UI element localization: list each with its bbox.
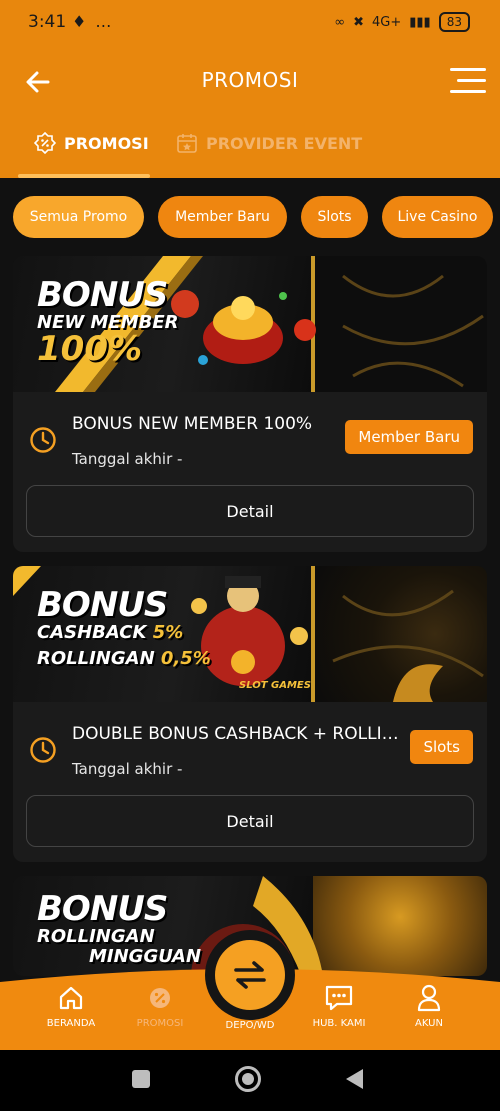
app-header: PROMOSI <box>0 46 500 116</box>
nav-hub-kami-label: HUB. KAMI <box>312 1018 366 1029</box>
chip-slots[interactable]: Slots <box>301 196 368 238</box>
promo-banner[interactable]: BONUS NEW MEMBER 100% <box>13 256 487 392</box>
nav-beranda[interactable]: BERANDA <box>26 984 116 1029</box>
chip-live-casino[interactable]: Live Casino <box>382 196 493 238</box>
promo-card: BONUS NEW MEMBER 100% BONUS NEW MEMBER 1… <box>13 256 487 552</box>
system-navigation-bar <box>0 1050 500 1111</box>
tab-provider-event-label: PROVIDER EVENT <box>206 133 363 153</box>
clock-icon <box>30 737 56 763</box>
tab-promosi-label: PROMOSI <box>64 133 149 153</box>
nav-promosi-label: PROMOSI <box>136 1018 184 1029</box>
banner-brand: SLOT GAMES <box>239 680 311 691</box>
link-icon: ∞ <box>334 14 346 30</box>
promo-card: BONUS CASHBACK 5% ROLLINGAN 0,5% SLOT GA… <box>13 566 487 862</box>
promo-title: DOUBLE BONUS CASHBACK + ROLLINGAN <box>72 724 408 744</box>
nav-promosi[interactable]: PROMOSI <box>115 984 205 1029</box>
filter-chips: Semua Promo Member Baru Slots Live Casin… <box>0 192 500 244</box>
percent-icon <box>150 988 170 1008</box>
promo-banner[interactable]: BONUS CASHBACK 5% ROLLINGAN 0,5% SLOT GA… <box>13 566 487 702</box>
recent-apps-icon[interactable] <box>132 1070 150 1088</box>
tab-promosi[interactable]: PROMOSI <box>34 132 149 154</box>
chat-icon <box>325 985 353 1011</box>
battery-icon: 83 <box>438 12 470 32</box>
detail-button[interactable]: Detail <box>26 485 474 537</box>
top-bar: 3:41 ♦ … ∞ ✖ 4G+ ▮▮▮ 83 PROMOSI PROMOSI <box>0 0 500 178</box>
nav-beranda-label: BERANDA <box>46 1018 96 1029</box>
signal-icon: ▮▮▮ <box>409 14 431 30</box>
percent-badge-icon <box>34 132 56 154</box>
network-label: 4G+ <box>372 14 402 30</box>
status-right: ∞ ✖ 4G+ ▮▮▮ 83 <box>334 12 470 32</box>
home-button-icon[interactable] <box>235 1066 261 1092</box>
notification-icons: ♦ … <box>72 12 114 31</box>
banner-headline: BONUS ROLLINGAN MINGGUAN <box>37 889 202 967</box>
home-icon <box>59 986 83 1010</box>
banner-headline: BONUS NEW MEMBER 100% <box>37 275 179 369</box>
nav-akun[interactable]: AKUN <box>384 984 474 1029</box>
status-time: 3:41 <box>28 12 67 32</box>
nav-depo-wd-label: DEPO/WD <box>225 1020 275 1031</box>
nav-hub-kami[interactable]: HUB. KAMI <box>294 984 384 1029</box>
mute-icon: ✖ <box>353 14 364 30</box>
calendar-icon <box>177 134 197 153</box>
promo-info: DOUBLE BONUS CASHBACK + ROLLINGAN Tangga… <box>13 702 487 790</box>
page-title: PROMOSI <box>201 68 299 92</box>
clock-icon <box>30 427 56 453</box>
status-bar: 3:41 ♦ … ∞ ✖ 4G+ ▮▮▮ 83 <box>0 0 500 46</box>
promo-end-date: Tanggal akhir - <box>72 760 183 778</box>
tab-provider-event[interactable]: PROVIDER EVENT <box>176 132 362 154</box>
promo-end-date: Tanggal akhir - <box>72 450 183 468</box>
nav-akun-label: AKUN <box>415 1018 443 1029</box>
hamburger-menu-icon[interactable] <box>450 68 486 94</box>
active-tab-indicator <box>18 174 150 178</box>
system-back-icon[interactable] <box>346 1069 363 1089</box>
user-icon <box>417 984 441 1012</box>
promo-category-badge: Member Baru <box>345 420 473 454</box>
detail-button[interactable]: Detail <box>26 795 474 847</box>
tab-bar: PROMOSI PROVIDER EVENT <box>0 118 500 178</box>
depo-wd-button[interactable] <box>205 930 295 1020</box>
chip-member-baru[interactable]: Member Baru <box>158 196 287 238</box>
banner-headline: BONUS CASHBACK 5% ROLLINGAN 0,5% <box>37 585 211 669</box>
promo-title: BONUS NEW MEMBER 100% <box>72 414 313 434</box>
promo-info: BONUS NEW MEMBER 100% Tanggal akhir - Me… <box>13 392 487 480</box>
transfer-icon <box>234 961 266 989</box>
chip-semua-promo[interactable]: Semua Promo <box>13 196 144 238</box>
promo-category-badge: Slots <box>410 730 473 764</box>
